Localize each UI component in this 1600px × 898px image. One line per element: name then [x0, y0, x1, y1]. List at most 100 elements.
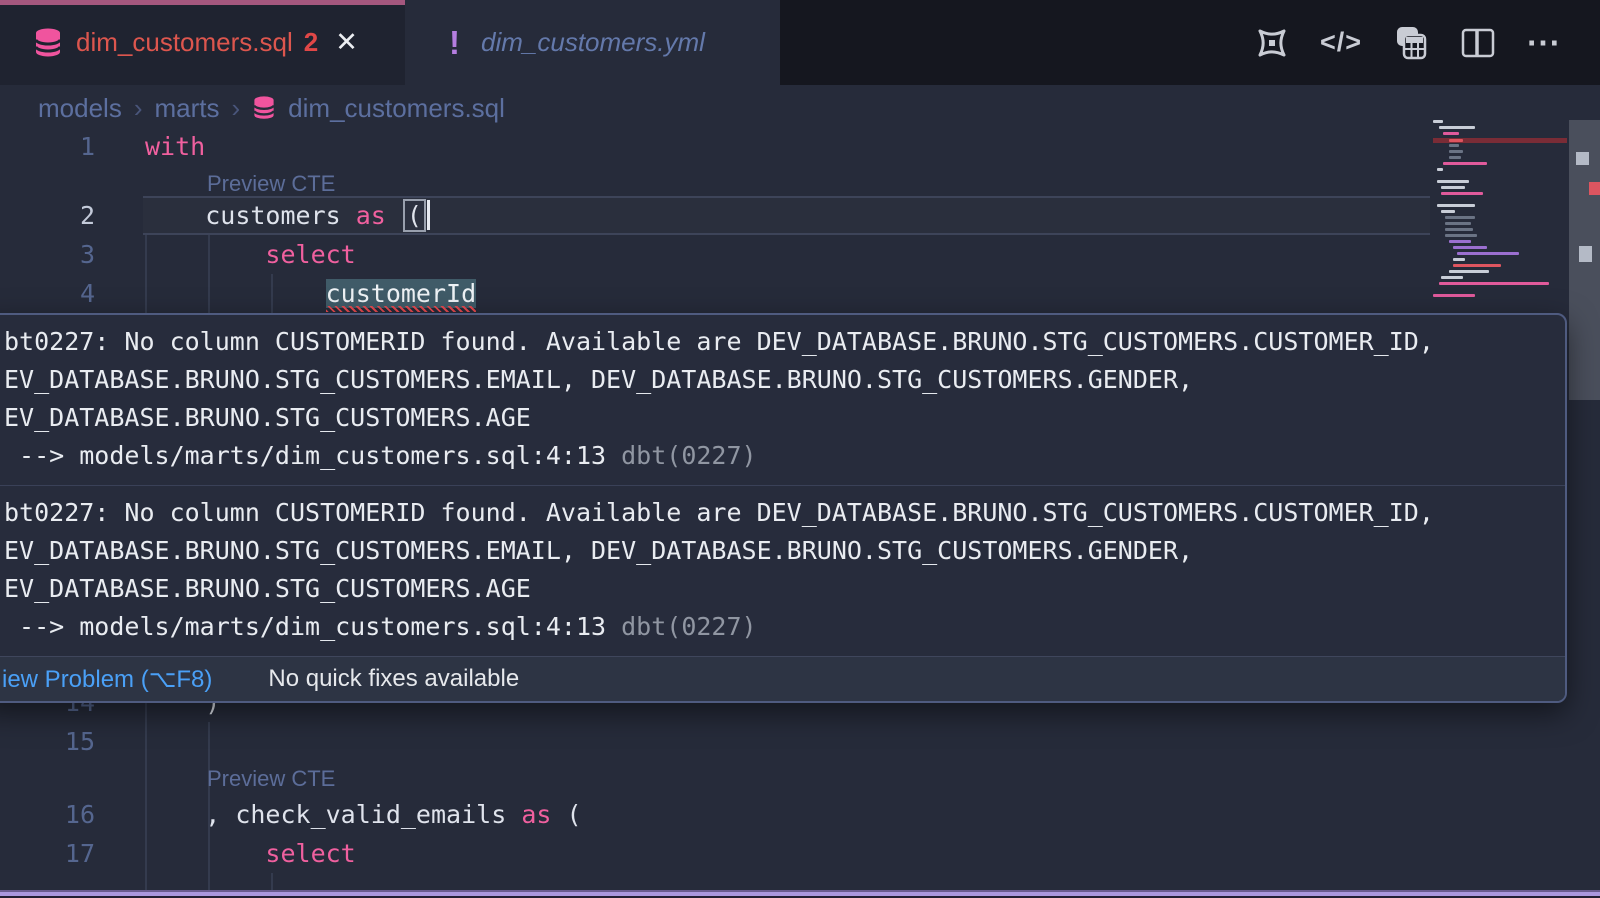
error-message-line: EV_DATABASE.BRUNO.STG_CUSTOMERS.EMAIL, D… — [4, 532, 1555, 570]
code-token — [341, 201, 356, 230]
tab-dim-customers-yml[interactable]: ! dim_customers.yml — [405, 0, 780, 85]
minimap-code-bar — [1433, 294, 1475, 297]
text-cursor — [427, 200, 430, 230]
tab-label: dim_customers.sql — [76, 27, 293, 58]
error-source-code: dbt(0227) — [606, 612, 757, 641]
error-location: --> models/marts/dim_customers.sql:4:13 — [4, 612, 606, 641]
compiled-code-icon[interactable]: </> — [1320, 27, 1362, 58]
vscode-editor-window: dim_customers.sql 2 ✕ ! dim_customers.ym… — [0, 0, 1600, 898]
code-token: as — [356, 201, 386, 230]
code-line-17[interactable]: 17 select — [0, 834, 1600, 873]
code-line-1[interactable]: 1 with — [0, 127, 1600, 166]
overview-ruler-mark — [1589, 182, 1600, 195]
breadcrumb-item-models[interactable]: models — [38, 93, 122, 124]
view-problem-link[interactable]: iew Problem (⌥F8) — [2, 665, 212, 694]
line-number: 3 — [0, 235, 95, 274]
error-message-block: bt0227: No column CUSTOMERID found. Avai… — [0, 315, 1565, 485]
minimap-code-bar — [1439, 282, 1549, 285]
hover-status-bar: iew Problem (⌥F8) No quick fixes availab… — [0, 656, 1565, 701]
line-number: 16 — [0, 795, 95, 834]
tab-label: dim_customers.yml — [481, 27, 705, 58]
code-lens-preview-cte[interactable]: Preview CTE — [207, 766, 335, 792]
split-editor-icon[interactable] — [1458, 23, 1498, 63]
code-token: customers — [205, 201, 340, 230]
code-text: select — [145, 235, 356, 274]
line-number: 1 — [0, 127, 95, 166]
minimap-code-bar — [1441, 210, 1455, 213]
error-location: --> models/marts/dim_customers.sql:4:13 — [4, 441, 606, 470]
window-bottom-border — [0, 890, 1600, 898]
minimap-code-bar — [1441, 276, 1463, 279]
error-hover-tooltip: bt0227: No column CUSTOMERID found. Avai… — [0, 313, 1567, 703]
active-tab-indicator — [0, 0, 405, 5]
code-line-15[interactable]: 15 — [0, 722, 1600, 761]
code-token — [145, 839, 265, 868]
error-message-line: EV_DATABASE.BRUNO.STG_CUSTOMERS.AGE — [4, 399, 1555, 437]
error-location-line: --> models/marts/dim_customers.sql:4:13 … — [4, 608, 1555, 646]
code-token — [145, 800, 205, 829]
close-icon[interactable]: ✕ — [335, 27, 358, 58]
query-results-icon[interactable] — [1390, 23, 1430, 63]
minimap-code-bar — [1441, 186, 1465, 189]
code-text: , check_valid_emails as ( — [145, 795, 582, 834]
error-message-blocks: bt0227: No column CUSTOMERID found. Avai… — [0, 315, 1565, 656]
error-message-line: bt0227: No column CUSTOMERID found. Avai… — [4, 323, 1555, 361]
breadcrumb-item-marts[interactable]: marts — [155, 93, 220, 124]
matched-bracket: ( — [403, 199, 426, 232]
minimap-code-bar — [1443, 162, 1487, 165]
minimap-code-bar — [1445, 234, 1477, 237]
database-icon — [33, 26, 63, 60]
line-number: 4 — [0, 274, 95, 313]
code-line-2[interactable]: 2 customers as ( — [0, 196, 1600, 235]
breadcrumb-item-file[interactable]: dim_customers.sql — [288, 93, 505, 124]
editor-actions-toolbar: </> ⋯ — [1252, 0, 1600, 85]
database-icon — [252, 94, 276, 122]
minimap-code-bar — [1441, 192, 1483, 195]
code-token — [386, 201, 401, 230]
minimap[interactable] — [1433, 120, 1567, 306]
minimap-code-bar — [1449, 150, 1463, 153]
code-text: select — [145, 834, 356, 873]
code-line-4[interactable]: 4 customerId — [0, 274, 1600, 313]
minimap-code-bar — [1439, 126, 1475, 129]
minimap-code-bar — [1445, 222, 1471, 225]
minimap-code-bar — [1453, 264, 1501, 267]
code-line-3[interactable]: 3 select — [0, 235, 1600, 274]
chevron-right-icon: › — [134, 93, 143, 124]
line-number: 15 — [0, 722, 95, 761]
error-message-block: bt0227: No column CUSTOMERID found. Avai… — [0, 485, 1565, 656]
code-text: customers as ( — [145, 196, 430, 235]
minimap-code-bar — [1437, 168, 1443, 171]
code-token: with — [145, 132, 205, 161]
no-quick-fixes-label: No quick fixes available — [268, 665, 519, 693]
code-lens-preview-cte[interactable]: Preview CTE — [207, 171, 335, 197]
chevron-right-icon: › — [232, 93, 241, 124]
breadcrumb: models › marts › dim_customers.sql — [38, 90, 505, 126]
overview-ruler-mark — [1576, 152, 1589, 165]
more-actions-icon[interactable]: ⋯ — [1526, 23, 1562, 63]
minimap-code-bar — [1449, 139, 1463, 142]
minimap-code-bar — [1449, 156, 1461, 159]
code-line-16[interactable]: 16 , check_valid_emails as ( — [0, 795, 1600, 834]
code-token: select — [265, 839, 355, 868]
error-message-line: EV_DATABASE.BRUNO.STG_CUSTOMERS.EMAIL, D… — [4, 361, 1555, 399]
line-number: 2 — [0, 196, 95, 235]
overview-ruler-mark — [1579, 246, 1592, 262]
code-token: , check_valid_emails — [205, 800, 506, 829]
minimap-code-bar — [1445, 228, 1473, 231]
minimap-code-bar — [1453, 258, 1465, 261]
minimap-code-bar — [1437, 204, 1475, 207]
tab-dim-customers-sql[interactable]: dim_customers.sql 2 ✕ — [0, 0, 405, 85]
tab-bar: dim_customers.sql 2 ✕ ! dim_customers.ym… — [0, 0, 1600, 85]
minimap-code-bar — [1445, 216, 1475, 219]
minimap-code-bar — [1453, 246, 1487, 249]
minimap-code-bar — [1437, 180, 1469, 183]
code-text: customerId — [145, 274, 476, 313]
code-token — [145, 201, 205, 230]
dbt-power-user-icon[interactable] — [1252, 23, 1292, 63]
code-token — [506, 800, 521, 829]
minimap-code-bar — [1457, 252, 1519, 255]
code-token: select — [265, 240, 355, 269]
code-text: with — [145, 127, 205, 166]
minimap-code-bar — [1449, 240, 1471, 243]
